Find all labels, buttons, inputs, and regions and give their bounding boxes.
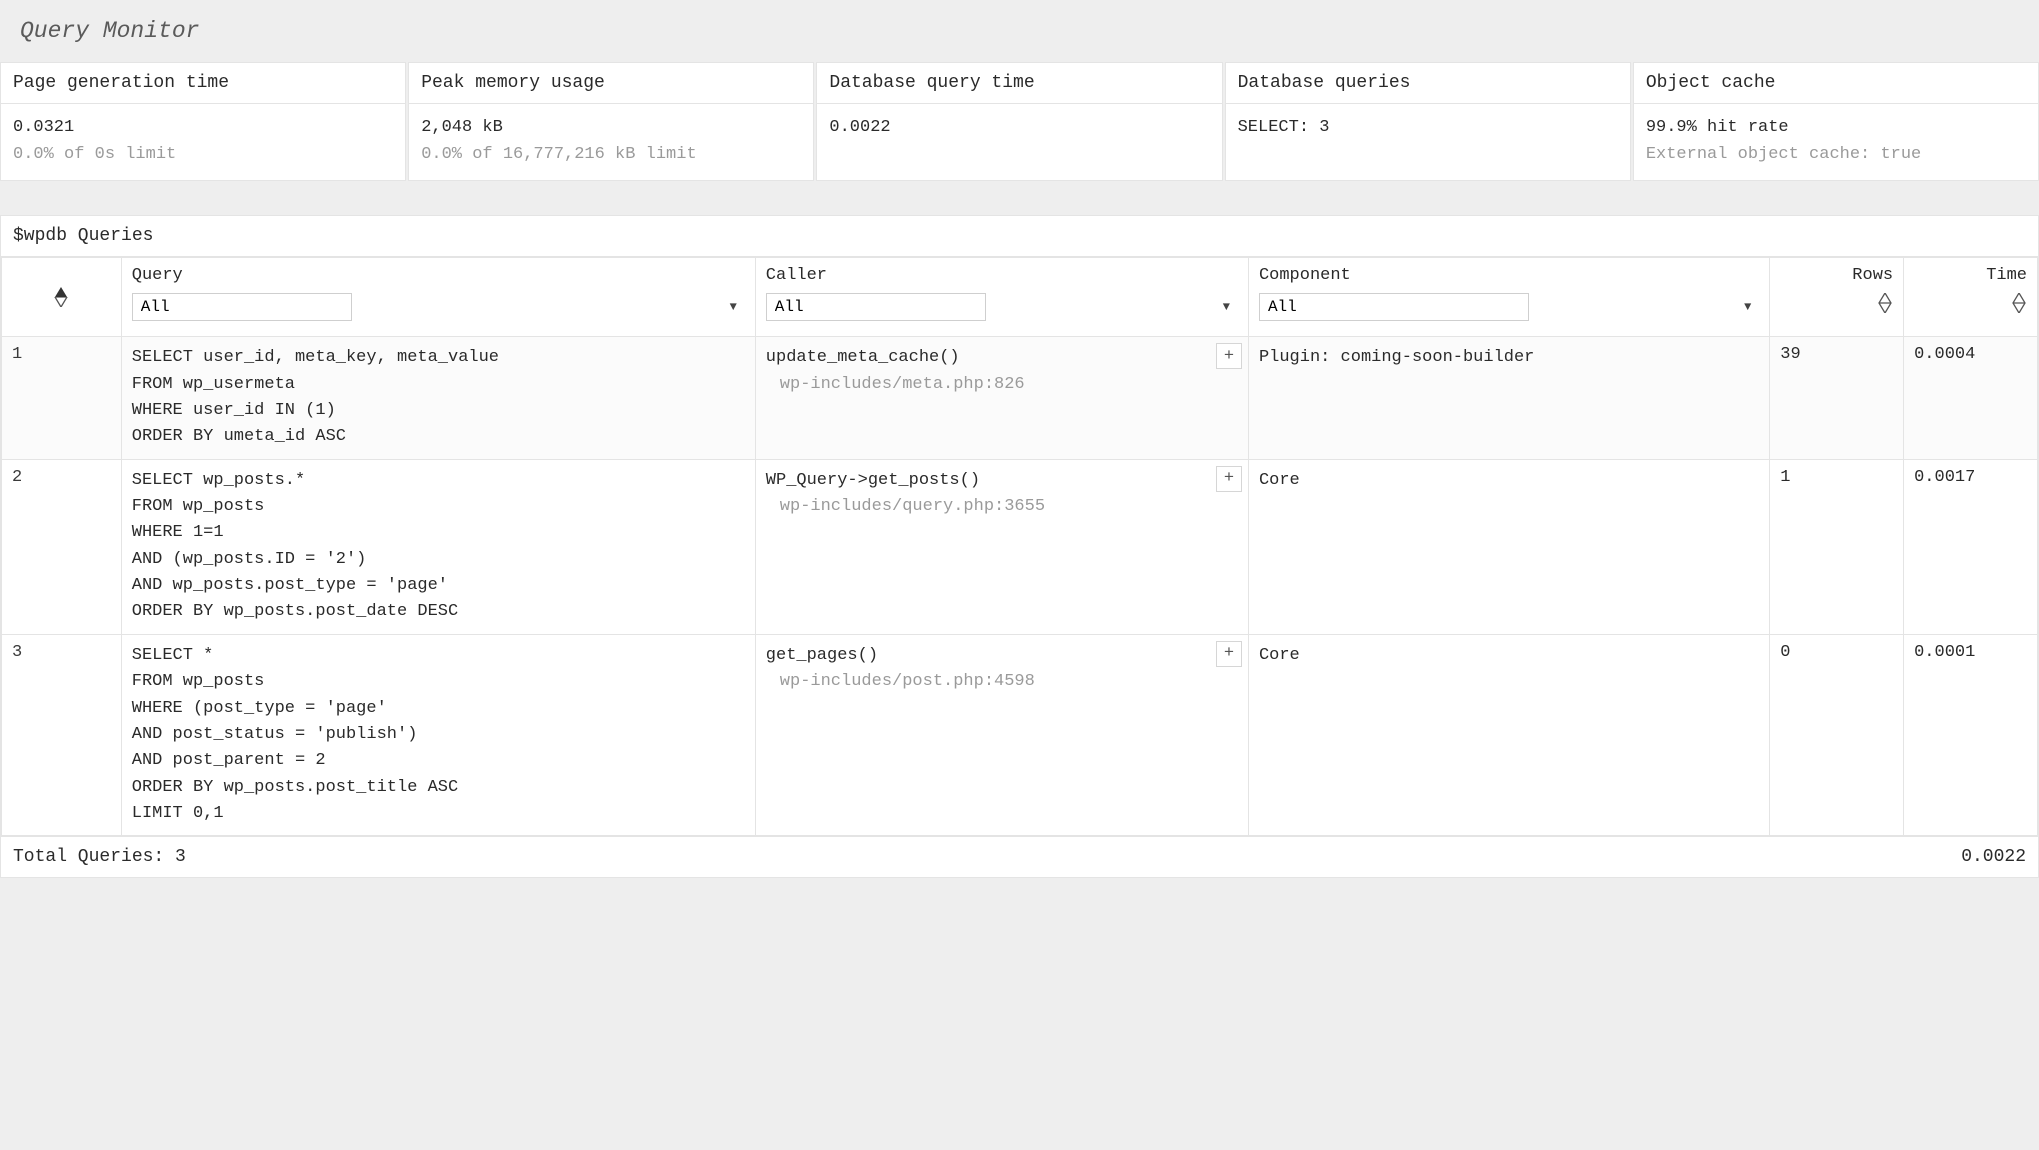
overview-card-peak-memory: Peak memory usage 2,048 kB 0.0% of 16,77… <box>408 62 814 181</box>
sort-index-button[interactable] <box>53 287 69 307</box>
row-caller: get_pages() wp-includes/post.php:4598 + <box>755 634 1248 835</box>
th-query-label: Query <box>132 266 745 285</box>
row-query: SELECT wp_posts.* FROM wp_posts WHERE 1=… <box>121 459 755 634</box>
footer-total-time: 0.0022 <box>1961 847 2026 867</box>
wpdb-queries-table: Query All ▼ Caller <box>1 257 2038 836</box>
row-component: Core <box>1248 459 1769 634</box>
th-time-label: Time <box>1986 266 2027 285</box>
overview-label: Peak memory usage <box>409 63 813 104</box>
filter-component-select[interactable]: All <box>1259 293 1529 321</box>
wpdb-tbody: 1 SELECT user_id, meta_key, meta_value F… <box>2 337 2038 836</box>
row-time: 0.0004 <box>1904 337 2038 459</box>
row-index: 2 <box>2 459 122 634</box>
th-caller-label: Caller <box>766 266 1238 285</box>
overview-card-object-cache: Object cache 99.9% hit rate External obj… <box>1633 62 2039 181</box>
filter-caller-select[interactable]: All <box>766 293 986 321</box>
th-component-label: Component <box>1259 266 1759 285</box>
th-rows-label: Rows <box>1852 266 1893 285</box>
footer-total-label: Total Queries: 3 <box>13 847 186 867</box>
overview-card-db-queries: Database queries SELECT: 3 <box>1225 62 1631 181</box>
row-caller: WP_Query->get_posts() wp-includes/query.… <box>755 459 1248 634</box>
table-row: 1 SELECT user_id, meta_key, meta_value F… <box>2 337 2038 459</box>
th-time: Time <box>1904 258 2038 337</box>
row-rows: 39 <box>1770 337 1904 459</box>
row-component: Plugin: coming-soon-builder <box>1248 337 1769 459</box>
chevron-down-icon: ▼ <box>1744 300 1751 314</box>
row-time: 0.0017 <box>1904 459 2038 634</box>
overview-label: Database query time <box>817 63 1221 104</box>
row-caller-file: wp-includes/query.php:3655 <box>766 494 1238 520</box>
th-index <box>2 258 122 337</box>
row-rows: 1 <box>1770 459 1904 634</box>
overview-sub: 0.0% of 16,777,216 kB limit <box>421 141 801 168</box>
chevron-down-icon: ▼ <box>730 300 737 314</box>
overview-value: 0.0022 <box>829 114 1209 141</box>
expand-caller-button[interactable]: + <box>1216 641 1242 667</box>
row-caller-file: wp-includes/post.php:4598 <box>766 669 1238 695</box>
row-rows: 0 <box>1770 634 1904 835</box>
th-rows: Rows <box>1770 258 1904 337</box>
th-query: Query All ▼ <box>121 258 755 337</box>
row-index: 3 <box>2 634 122 835</box>
overview-sub: External object cache: true <box>1646 141 2026 168</box>
table-row: 3 SELECT * FROM wp_posts WHERE (post_typ… <box>2 634 2038 835</box>
row-query: SELECT user_id, meta_key, meta_value FRO… <box>121 337 755 459</box>
overview-label: Object cache <box>1634 63 2038 104</box>
row-query: SELECT * FROM wp_posts WHERE (post_type … <box>121 634 755 835</box>
overview-card-page-gen: Page generation time 0.0321 0.0% of 0s l… <box>0 62 406 181</box>
chevron-down-icon: ▼ <box>1223 300 1230 314</box>
table-row: 2 SELECT wp_posts.* FROM wp_posts WHERE … <box>2 459 2038 634</box>
overview-card-db-query-time: Database query time 0.0022 <box>816 62 1222 181</box>
panel-title: Query Monitor <box>0 0 2039 62</box>
row-caller: update_meta_cache() wp-includes/meta.php… <box>755 337 1248 459</box>
overview-row: Page generation time 0.0321 0.0% of 0s l… <box>0 62 2039 181</box>
overview-label: Database queries <box>1226 63 1630 104</box>
overview-label: Page generation time <box>1 63 405 104</box>
th-component: Component All ▼ <box>1248 258 1769 337</box>
sort-rows-button[interactable] <box>1877 293 1893 313</box>
overview-value: 99.9% hit rate <box>1646 114 2026 141</box>
row-index: 1 <box>2 337 122 459</box>
sort-time-button[interactable] <box>2011 293 2027 313</box>
expand-caller-button[interactable]: + <box>1216 466 1242 492</box>
row-caller-fn: WP_Query->get_posts() <box>766 468 1238 494</box>
th-caller: Caller All ▼ <box>755 258 1248 337</box>
overview-value: 2,048 kB <box>421 114 801 141</box>
expand-caller-button[interactable]: + <box>1216 343 1242 369</box>
wpdb-title: $wpdb Queries <box>1 216 2038 257</box>
overview-value: 0.0321 <box>13 114 393 141</box>
row-caller-fn: update_meta_cache() <box>766 345 1238 371</box>
row-caller-file: wp-includes/meta.php:826 <box>766 372 1238 398</box>
wpdb-queries-section: $wpdb Queries <box>0 215 2039 878</box>
row-caller-fn: get_pages() <box>766 643 1238 669</box>
wpdb-footer: Total Queries: 3 0.0022 <box>1 836 2038 877</box>
row-time: 0.0001 <box>1904 634 2038 835</box>
overview-value: SELECT: 3 <box>1238 114 1618 141</box>
filter-query-select[interactable]: All <box>132 293 352 321</box>
row-component: Core <box>1248 634 1769 835</box>
overview-sub: 0.0% of 0s limit <box>13 141 393 168</box>
